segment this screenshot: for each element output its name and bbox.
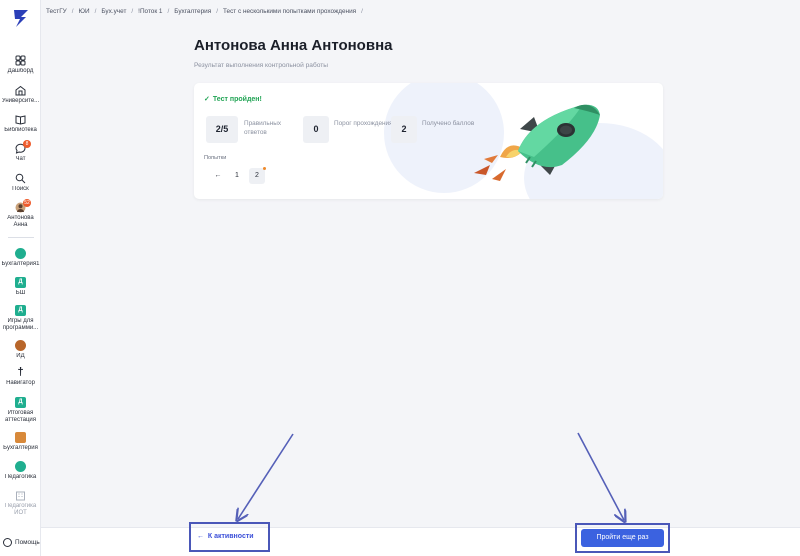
result-card: ✓ Тест пройден! 2/5 Правильных ответов 0 … <box>194 83 663 199</box>
sidebar-course-id[interactable]: ИД <box>0 340 41 360</box>
sidebar-item-label: Игры для программи... <box>2 318 39 331</box>
app-logo-icon[interactable] <box>12 8 30 28</box>
annotation-arrow <box>577 432 624 520</box>
attempt-item-active[interactable]: 2 <box>249 167 266 184</box>
attempt-marker-dot <box>263 167 266 170</box>
sidebar-item-label: Антонова Анна <box>7 215 34 228</box>
sidebar-item-chat[interactable]: 8 Чат <box>0 140 41 163</box>
breadcrumb-item[interactable]: ЮИ <box>79 8 90 15</box>
course-avatar-icon <box>15 340 26 351</box>
sidebar-item-label: Бухгалтерия1 <box>1 261 40 267</box>
sidebar-item-label: Педагогика <box>4 474 37 480</box>
sidebar-course-navigator[interactable]: † Навигатор <box>0 367 41 387</box>
course-letter-icon: Д <box>15 305 26 316</box>
sidebar-course-buhgalteria[interactable]: Бухгалтерия <box>0 432 41 452</box>
sidebar-course-bsh[interactable]: Д БШ <box>0 277 41 297</box>
search-icon <box>15 173 26 184</box>
retry-highlight: Пройти еще раз <box>575 523 670 553</box>
status-message: ✓ Тест пройден! <box>204 95 262 103</box>
course-image-icon <box>15 432 26 443</box>
sidebar-course-pedagogika[interactable]: Педагогика <box>0 461 41 481</box>
breadcrumb-item[interactable]: Тест с несколькими попытками прохождения <box>223 8 356 15</box>
breadcrumb-item[interactable]: ТестГУ <box>46 8 67 15</box>
chat-unread-badge: 8 <box>23 140 31 148</box>
back-label: К активности <box>207 533 254 540</box>
course-avatar-icon <box>15 248 26 259</box>
help-icon <box>3 538 12 547</box>
sidebar-item-label: Дашборд <box>7 68 34 74</box>
sidebar-item-profile[interactable]: 52 Антонова Анна <box>0 199 41 229</box>
sidebar-item-library[interactable]: Библиотека <box>0 114 41 134</box>
sidebar-item-dashboard[interactable]: Дашборд <box>0 55 41 75</box>
sidebar-divider <box>8 237 34 238</box>
sidebar-item-label: Библиотека <box>4 127 37 133</box>
help-link[interactable]: Помощь <box>3 538 40 547</box>
breadcrumb: ТестГУ / ЮИ / Бух.учет / !Поток 1/Бухгалтерия /… <box>46 8 363 15</box>
sidebar-item-search[interactable]: Поиск <box>0 173 41 193</box>
help-label: Помощь <box>15 539 40 547</box>
sidebar-item-label: ИД <box>16 353 25 359</box>
course-letter-icon: Д <box>15 277 26 288</box>
status-text: Тест пройден! <box>212 96 262 103</box>
sidebar: Дашборд Университе... Библиотека 8 Чат П… <box>0 0 41 556</box>
sidebar-course-final-attestation[interactable]: Д Итоговая аттестация <box>0 397 41 424</box>
attempts-label: Попытки <box>204 155 227 161</box>
breadcrumb-item[interactable]: Бух.учет <box>101 8 126 15</box>
sidebar-item-label: Бухгалтерия <box>3 445 38 451</box>
dashboard-icon <box>15 55 26 66</box>
sidebar-item-label: Итоговая аттестация <box>4 410 37 423</box>
sidebar-item-label: Чат <box>15 156 26 162</box>
stat-value: 2 <box>391 116 417 143</box>
sidebar-course-buhgalteria1[interactable]: Бухгалтерия1 <box>0 248 41 268</box>
stat-points-received: 2 Получено баллов <box>391 116 479 143</box>
back-to-activity-link[interactable]: ← К активности <box>189 522 270 552</box>
sidebar-item-university[interactable]: Университе... <box>0 85 41 105</box>
university-icon <box>15 85 26 96</box>
course-letter-icon: Д <box>15 397 26 408</box>
sidebar-item-label: Университе... <box>1 98 40 104</box>
stat-value: 0 <box>303 116 329 143</box>
breadcrumb-item[interactable]: Бухгалтерия <box>174 8 211 15</box>
building-icon <box>16 491 25 501</box>
sidebar-item-label: Навигатор <box>6 380 35 386</box>
bottom-action-bar <box>41 527 800 556</box>
check-icon: ✓ <box>204 96 210 103</box>
sidebar-course-pedagogika-iot[interactable]: Педагогика ИОТ <box>0 490 41 517</box>
rocket-illustration <box>474 104 600 181</box>
attempt-item[interactable]: 1 <box>229 168 245 184</box>
stat-pass-threshold: 0 Порог прохождения <box>303 116 393 143</box>
attempt-number: 2 <box>255 172 259 179</box>
course-cross-icon: † <box>15 367 26 378</box>
stat-caption: Порог прохождения <box>334 120 393 127</box>
course-avatar-icon <box>15 461 26 472</box>
page-title: Антонова Анна Антоновна <box>194 37 393 54</box>
page-subtitle: Результат выполнения контрольной работы <box>194 62 329 69</box>
stat-caption: Правильных ответов <box>244 120 282 136</box>
sidebar-item-label: Педагогика ИОТ <box>4 503 37 516</box>
sidebar-item-label: БШ <box>15 290 26 296</box>
book-icon <box>15 115 26 125</box>
profile-notification-badge: 52 <box>23 199 31 207</box>
attempts-prev-arrow-icon[interactable]: ← <box>210 168 226 184</box>
breadcrumb-item[interactable]: !Поток 1 <box>138 8 162 15</box>
sidebar-course-games[interactable]: Д Игры для программи... <box>0 305 41 332</box>
annotation-arrow <box>238 433 294 519</box>
sidebar-item-label: Поиск <box>12 186 29 192</box>
retry-button[interactable]: Пройти еще раз <box>581 529 664 547</box>
stat-correct-answers: 2/5 Правильных ответов <box>206 116 294 143</box>
arrow-left-icon: ← <box>197 533 208 540</box>
stat-value: 2/5 <box>206 116 238 143</box>
